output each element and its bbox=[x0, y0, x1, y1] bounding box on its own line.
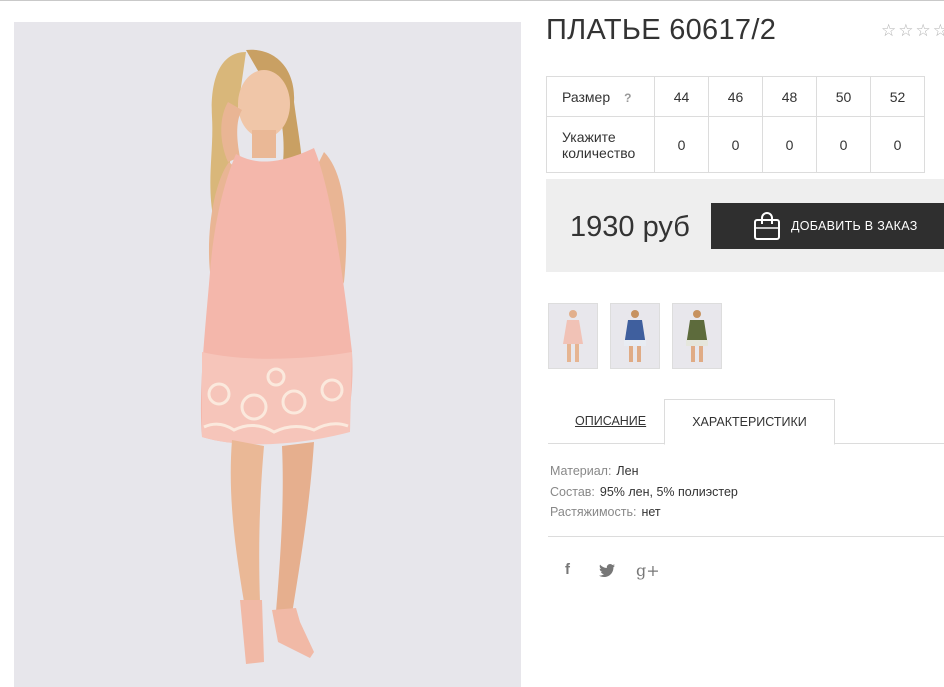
thumbnail-olive[interactable] bbox=[672, 303, 722, 369]
social-divider bbox=[548, 536, 944, 537]
size-48: 48 bbox=[762, 76, 817, 117]
rating-stars[interactable]: ☆ ☆ ☆ ☆ bbox=[881, 22, 944, 39]
spec-key: Состав: bbox=[550, 484, 595, 499]
price-box: 1930 руб ДОБАВИТЬ В ЗАКАЗ bbox=[546, 179, 944, 272]
star-icon[interactable]: ☆ bbox=[881, 22, 896, 39]
star-icon[interactable]: ☆ bbox=[933, 22, 944, 39]
quantity-input-46[interactable]: 0 bbox=[708, 116, 763, 173]
size-52: 52 bbox=[870, 76, 925, 117]
star-icon[interactable]: ☆ bbox=[898, 22, 913, 39]
google-plus-icon[interactable]: g+ bbox=[636, 561, 660, 580]
tab-characteristics[interactable]: ХАРАКТЕРИСТИКИ bbox=[664, 399, 835, 445]
add-to-order-button[interactable]: ДОБАВИТЬ В ЗАКАЗ bbox=[711, 203, 944, 249]
size-46: 46 bbox=[708, 76, 763, 117]
spec-row-composition: Состав: 95% лен, 5% полиэстер bbox=[550, 482, 738, 503]
spec-value: нет bbox=[641, 505, 661, 519]
facebook-icon[interactable]: f bbox=[565, 561, 570, 578]
top-divider bbox=[0, 0, 944, 1]
spec-value: Лен bbox=[616, 464, 639, 478]
spec-key: Материал: bbox=[550, 464, 612, 478]
quantity-input-52[interactable]: 0 bbox=[870, 116, 925, 173]
thumbnail-blue-image bbox=[624, 310, 646, 362]
twitter-icon[interactable] bbox=[599, 564, 615, 577]
thumbnail-pink-image bbox=[563, 310, 583, 362]
spec-row-stretch: Растяжимость: нет bbox=[550, 502, 738, 523]
quantity-input-48[interactable]: 0 bbox=[762, 116, 817, 173]
add-to-order-label: ДОБАВИТЬ В ЗАКАЗ bbox=[791, 219, 918, 233]
product-main-image[interactable] bbox=[14, 22, 521, 687]
shopping-bag-icon bbox=[754, 212, 780, 240]
thumbnail-olive-image bbox=[686, 310, 708, 362]
specs-list: Материал: Лен Состав: 95% лен, 5% полиэсте… bbox=[550, 461, 738, 523]
size-help-icon[interactable]: ? bbox=[624, 91, 631, 105]
price-value: 1930 руб bbox=[570, 211, 690, 243]
size-label-cell: Размер? bbox=[546, 76, 655, 117]
size-44: 44 bbox=[654, 76, 709, 117]
product-title: ПЛАТЬЕ 60617/2 bbox=[546, 14, 777, 46]
size-50: 50 bbox=[816, 76, 871, 117]
spec-row-material: Материал: Лен bbox=[550, 461, 738, 482]
spec-key: Растяжимость: bbox=[550, 505, 637, 519]
star-icon[interactable]: ☆ bbox=[916, 22, 931, 39]
size-label: Размер bbox=[562, 88, 611, 105]
quantity-label: Укажите количество bbox=[546, 116, 655, 173]
size-table: Размер? 44 46 48 50 52 Укажите количеств… bbox=[546, 76, 925, 173]
spec-value: 95% лен, 5% полиэстер bbox=[599, 484, 738, 499]
thumbnail-blue[interactable] bbox=[610, 303, 660, 369]
thumbnail-pink[interactable] bbox=[548, 303, 598, 369]
product-tabs: ОПИСАНИЕ ХАРАКТЕРИСТИКИ bbox=[548, 399, 944, 445]
size-row: Размер? 44 46 48 50 52 bbox=[546, 76, 925, 117]
quantity-input-44[interactable]: 0 bbox=[654, 116, 709, 173]
quantity-row: Укажите количество 0 0 0 0 0 bbox=[546, 116, 925, 173]
tab-description[interactable]: ОПИСАНИЕ bbox=[575, 414, 646, 428]
model-illustration bbox=[14, 22, 521, 687]
quantity-label-line2: количество bbox=[562, 144, 636, 161]
quantity-input-50[interactable]: 0 bbox=[816, 116, 871, 173]
quantity-label-line1: Укажите bbox=[562, 128, 616, 145]
